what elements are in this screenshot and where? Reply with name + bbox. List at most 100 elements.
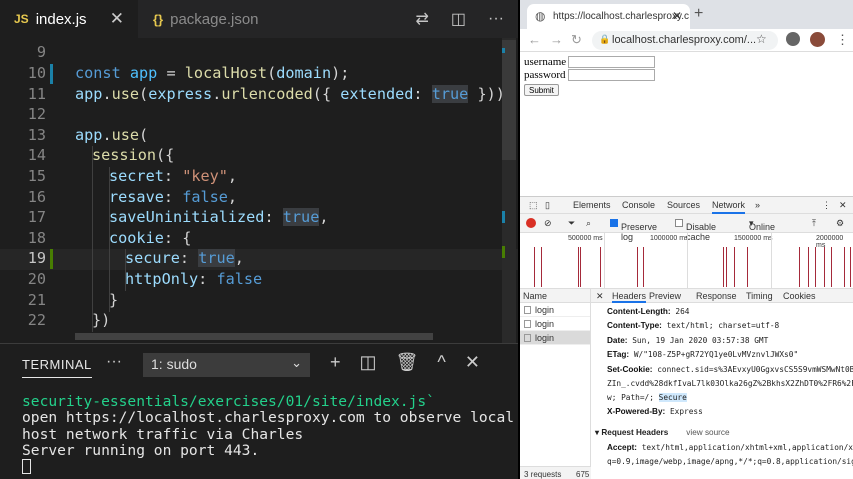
tab-elements[interactable]: Elements bbox=[573, 200, 611, 210]
editor-scrollbar[interactable] bbox=[502, 38, 516, 343]
chevron-down-icon: ⌄ bbox=[291, 355, 302, 370]
tab-label: index.js bbox=[35, 10, 87, 28]
new-tab-icon[interactable]: + bbox=[694, 5, 703, 23]
inspect-icon[interactable]: ⬚ bbox=[529, 200, 538, 211]
set-cookie-line: ZIn_.cvdd%28dkfIvaL7lk03Olka26gZ%2BkhsX2… bbox=[607, 379, 853, 388]
indent-guide bbox=[125, 249, 126, 291]
tab-sources[interactable]: Sources bbox=[667, 200, 700, 210]
terminal-select-value: 1: sudo bbox=[151, 356, 197, 372]
code-line: 21} bbox=[0, 291, 518, 312]
document-icon bbox=[524, 334, 531, 342]
set-cookie-line: w; Path=/; Secure bbox=[607, 393, 687, 402]
code-editor[interactable]: 9 10 const app = localHost(domain); 11 app… bbox=[0, 38, 518, 343]
line-number: 17 bbox=[27, 208, 46, 226]
login-form: username password Submit bbox=[524, 56, 655, 96]
tab-network[interactable]: Network bbox=[712, 200, 746, 214]
maximize-panel-icon[interactable]: ^ bbox=[437, 352, 445, 373]
view-source-link[interactable]: view source bbox=[686, 428, 729, 437]
settings-icon[interactable]: ⚙ bbox=[836, 218, 844, 229]
document-icon bbox=[524, 306, 531, 314]
address-bar-row: ← → ↻ 🔒 localhost.charlesproxy.com/... ☆ … bbox=[520, 29, 853, 52]
line-number: 21 bbox=[27, 291, 46, 309]
header-row: ETag: W/"108-Z5P+gR72YQ1ye0LvMVznvlJWXs0… bbox=[607, 350, 799, 359]
preserve-log-checkbox[interactable]: Preserve log bbox=[610, 218, 657, 242]
terminal-tab[interactable]: TERMINAL bbox=[22, 357, 92, 378]
reload-icon[interactable]: ↻ bbox=[571, 32, 582, 48]
terminal-line: host network traffic via Charles bbox=[22, 425, 304, 443]
forward-icon[interactable]: → bbox=[550, 32, 563, 47]
tab-timing[interactable]: Timing bbox=[746, 291, 773, 301]
back-icon[interactable]: ← bbox=[528, 32, 541, 47]
trash-icon[interactable]: 🗑 bbox=[396, 352, 419, 373]
tab-headers[interactable]: Headers bbox=[612, 291, 647, 303]
request-row-selected[interactable]: login bbox=[520, 331, 590, 345]
document-icon bbox=[524, 320, 531, 328]
terminal-output[interactable]: security-essentials/exercises/01/site/in… bbox=[22, 393, 514, 476]
close-details-icon[interactable]: ✕ bbox=[596, 291, 604, 302]
password-row: password bbox=[524, 69, 655, 82]
added-line-marker bbox=[50, 249, 53, 269]
tab-cookies[interactable]: Cookies bbox=[783, 291, 816, 301]
more-actions-icon[interactable]: ··· bbox=[488, 10, 504, 28]
header-row: Content-Type: text/html; charset=utf-8 bbox=[607, 321, 780, 330]
record-icon[interactable] bbox=[526, 218, 536, 228]
devtools: ⬚ ▯ Elements Console Sources Network » ⋮… bbox=[520, 196, 853, 479]
tab-console[interactable]: Console bbox=[622, 200, 655, 210]
menu-icon[interactable]: ⋮ bbox=[836, 32, 849, 48]
devtools-menu-icon[interactable]: ⋮ bbox=[822, 200, 831, 211]
more-tabs-icon[interactable]: » bbox=[755, 200, 760, 210]
close-icon[interactable]: ✕ bbox=[110, 9, 124, 29]
browser-window: ◍ https://localhost.charlesproxy.c ✕ + ←… bbox=[520, 0, 853, 479]
username-field[interactable] bbox=[568, 56, 655, 68]
star-icon[interactable]: ☆ bbox=[756, 32, 767, 46]
tab-response[interactable]: Response bbox=[696, 291, 737, 301]
throttle-select[interactable]: Online ▾ bbox=[749, 218, 775, 232]
tab-package-json[interactable]: {} package.json bbox=[139, 0, 267, 38]
request-row[interactable]: login bbox=[520, 303, 590, 317]
device-toolbar-icon[interactable]: ▯ bbox=[545, 200, 550, 211]
search-icon[interactable]: ⌕ bbox=[586, 218, 591, 229]
network-overview[interactable]: 500000 ms 1000000 ms 1500000 ms 2000000 … bbox=[520, 233, 853, 289]
code-line: 11 app.use(express.urlencoded({ extended:… bbox=[0, 85, 518, 106]
close-tab-icon[interactable]: ✕ bbox=[672, 9, 682, 23]
browser-tab[interactable]: ◍ https://localhost.charlesproxy.c ✕ bbox=[527, 4, 690, 29]
tab-preview[interactable]: Preview bbox=[649, 291, 681, 301]
url-text: localhost.charlesproxy.com/... bbox=[612, 34, 757, 46]
close-devtools-icon[interactable]: ✕ bbox=[839, 200, 847, 211]
filter-icon[interactable]: ⏷ bbox=[568, 218, 575, 229]
vscode-window: JS index.js ✕ {} package.json ⇄ ◫ ··· 9 … bbox=[0, 0, 518, 479]
code-line: 14 session({ bbox=[0, 146, 518, 167]
secure-flag: Secure bbox=[658, 393, 687, 402]
line-number: 14 bbox=[27, 146, 46, 164]
compare-changes-icon[interactable]: ⇄ bbox=[415, 9, 428, 29]
password-label: password bbox=[524, 69, 566, 81]
header-row: X-Powered-By: Express bbox=[607, 407, 703, 416]
password-field[interactable] bbox=[568, 69, 655, 81]
code-line: 9 bbox=[0, 43, 518, 64]
request-row[interactable]: login bbox=[520, 317, 590, 331]
split-editor-icon[interactable]: ◫ bbox=[451, 9, 466, 29]
url-field[interactable]: 🔒 localhost.charlesproxy.com/... bbox=[592, 31, 778, 50]
disable-cache-checkbox[interactable]: Disable cache bbox=[675, 218, 716, 242]
request-list: Name login login login 3 requests 675 bbox=[520, 289, 591, 479]
horizontal-scrollbar[interactable] bbox=[75, 333, 433, 340]
avatar[interactable] bbox=[810, 32, 825, 47]
close-panel-icon[interactable]: ✕ bbox=[465, 352, 480, 373]
tab-index-js[interactable]: JS index.js ✕ bbox=[0, 0, 138, 38]
add-terminal-icon[interactable]: + bbox=[330, 352, 341, 373]
name-column-header[interactable]: Name bbox=[520, 289, 590, 303]
terminal-select[interactable]: 1: sudo ⌄ bbox=[143, 353, 310, 377]
submit-button[interactable]: Submit bbox=[524, 84, 559, 96]
json-file-icon: {} bbox=[153, 11, 164, 27]
more-icon[interactable]: ··· bbox=[106, 353, 122, 371]
clear-icon[interactable]: ⊘ bbox=[544, 218, 552, 229]
import-icon[interactable]: ⤒ bbox=[812, 218, 816, 229]
request-headers-section[interactable]: ▾ Request Headers view source bbox=[595, 427, 730, 437]
details-tabs: ✕ Headers Preview Response Timing Cookie… bbox=[591, 289, 853, 303]
extension-icon[interactable] bbox=[786, 32, 800, 46]
split-terminal-icon[interactable]: ◫ bbox=[360, 352, 377, 373]
terminal-line: Server running on port 443. bbox=[22, 441, 260, 459]
javascript-file-icon: JS bbox=[14, 12, 29, 26]
line-number: 20 bbox=[27, 270, 46, 288]
code-line: 15 secret: "key", bbox=[0, 167, 518, 188]
